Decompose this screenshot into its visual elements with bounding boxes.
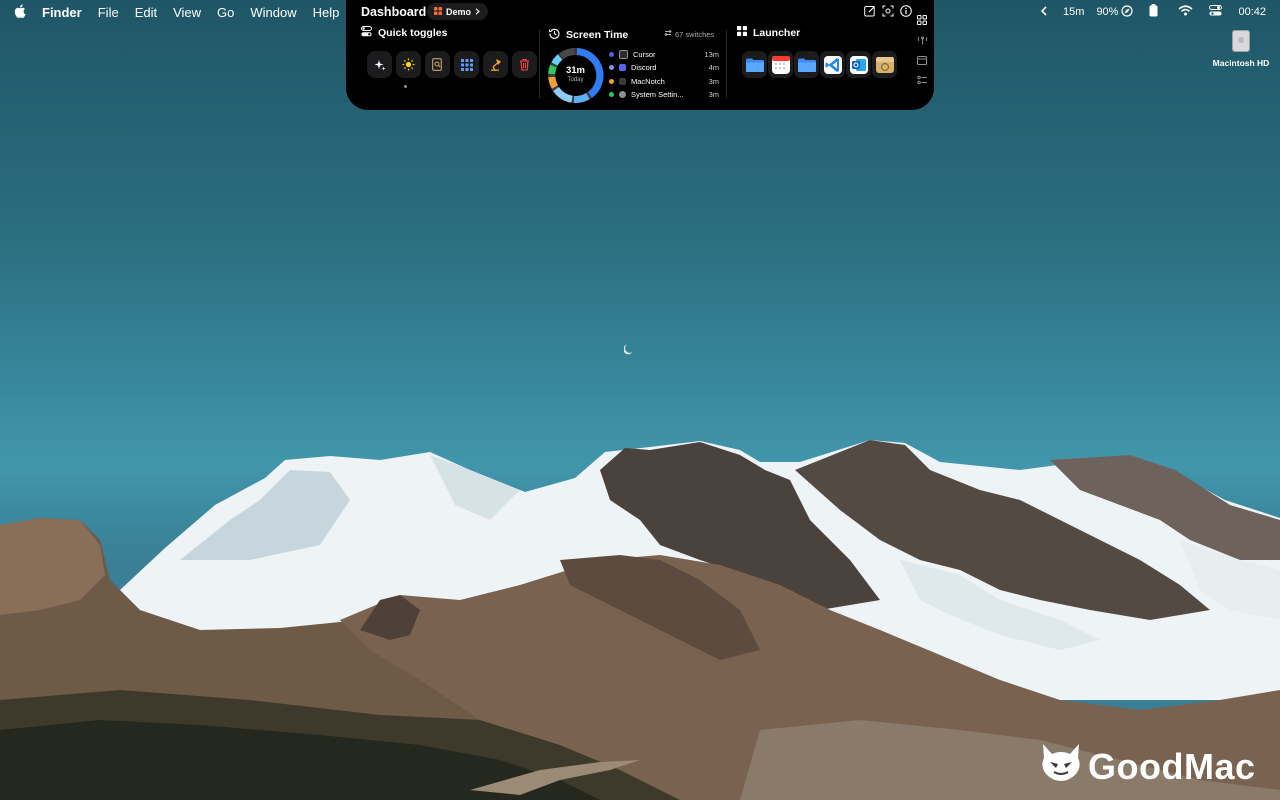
compass-icon [1121,4,1134,20]
quick-toggles-row [367,51,537,78]
vscode-icon[interactable] [820,51,845,78]
cursor-app-icon [619,50,628,60]
chevron-right-icon [475,7,480,17]
app-name: Cursor [633,50,656,60]
desktop-wallpaper [0,0,1280,800]
disk-label: Macintosh HD [1212,58,1270,68]
menu-view[interactable]: View [173,5,201,20]
list-item[interactable]: System Settin... 3m [609,88,719,101]
app-name: MacNotch [631,76,665,86]
archive-utility-icon[interactable] [872,51,897,78]
notch-dashboard: Dashboard Demo Quick toggles Screen Time… [346,0,934,110]
folder-icon[interactable] [794,51,819,78]
apple-logo-icon[interactable] [14,4,26,21]
hard-drive-icon [1232,30,1250,52]
quick-toggles-title: Quick toggles [378,27,448,39]
mountain-landscape [0,440,1280,800]
series-dot [609,92,614,98]
app-time: 4m [708,63,719,73]
page-indicator-dot [404,85,407,88]
section-divider [539,30,540,98]
info-icon[interactable] [900,4,912,22]
watermark-text: GoodMac [1088,745,1256,787]
toggles-icon [361,26,372,40]
notch-side-nav [916,14,928,86]
app-name: System Settin... [631,90,684,100]
macnotch-app-icon [619,77,626,85]
switches-label: 67 switches [675,29,715,39]
switch-arrows-icon [664,29,672,39]
screen-time-title: Screen Time [566,29,629,41]
menu-help[interactable]: Help [313,5,340,20]
moon [624,344,633,355]
menu-window[interactable]: Window [250,5,296,20]
profile-name: Demo [446,6,472,17]
grid-colored-icon [434,6,442,17]
antenna-icon[interactable] [916,34,928,46]
calendar-icon[interactable] [768,51,793,78]
series-dot [609,65,614,71]
app-switch-count: 67 switches [664,29,714,39]
list-settings-icon[interactable] [916,74,928,86]
list-item[interactable]: MacNotch 3m [609,75,719,88]
list-item[interactable]: Discord 4m [609,61,719,74]
screen-time-donut[interactable]: 31m Today [547,47,604,104]
system-settings-app-icon [619,91,626,99]
sparkles-icon[interactable] [367,51,392,78]
discord-app-icon [619,64,626,72]
app-name: Discord [631,63,657,73]
quick-toggles-header: Quick toggles [361,26,447,40]
screen-time-app-list: Cursor 13m Discord 4m MacNotch 3m System… [609,48,719,101]
trash-icon[interactable] [512,51,537,78]
lamp-icon[interactable] [483,51,508,78]
chevron-left-icon[interactable] [1040,5,1047,19]
launcher-header: Launcher [737,26,800,39]
outlook-icon[interactable] [846,51,871,78]
launcher-apps [742,51,897,78]
app-time: 13m [704,50,719,60]
macintosh-hd-desktop-icon[interactable]: Macintosh HD [1210,30,1272,68]
sun-icon[interactable] [396,51,421,78]
clipboard-icon[interactable] [1149,4,1158,20]
app-time: 3m [708,90,719,100]
screen-time-total-label: Today [567,77,584,83]
series-dot [609,78,614,84]
screen-time-total: 31m [565,65,585,76]
menu-go[interactable]: Go [217,5,234,20]
launcher-title: Launcher [753,26,801,39]
devil-mask-icon [1040,742,1082,791]
timer-status[interactable]: 15m [1063,6,1084,18]
app-time: 3m [708,76,719,86]
list-item[interactable]: Cursor 13m [609,48,719,61]
screenshot-icon[interactable] [882,4,894,22]
grid-nav-icon[interactable] [916,14,928,26]
dashboard-title: Dashboard [361,5,427,19]
wifi-icon[interactable] [1178,5,1193,19]
notch-top-actions [864,4,912,22]
folder-icon[interactable] [742,51,767,78]
battery-percent: 90% [1096,6,1119,18]
battery-status[interactable]: 90% [1096,4,1134,20]
history-icon [548,28,560,42]
compose-icon[interactable] [864,4,876,22]
menu-file[interactable]: File [98,5,119,20]
series-dot [609,52,614,58]
watermark-logo: GoodMac [1040,742,1256,791]
section-divider [726,30,727,98]
grid-four-icon [737,26,747,39]
menu-clock[interactable]: 00:42 [1238,6,1266,18]
screen-time-header: Screen Time [548,28,629,42]
menu-edit[interactable]: Edit [135,5,157,20]
menu-app-name[interactable]: Finder [42,5,82,20]
control-center-icon[interactable] [1209,5,1223,19]
window-icon[interactable] [916,54,928,66]
grid-icon[interactable] [454,51,479,78]
document-search-icon[interactable] [425,51,450,78]
profile-selector[interactable]: Demo [427,3,489,20]
